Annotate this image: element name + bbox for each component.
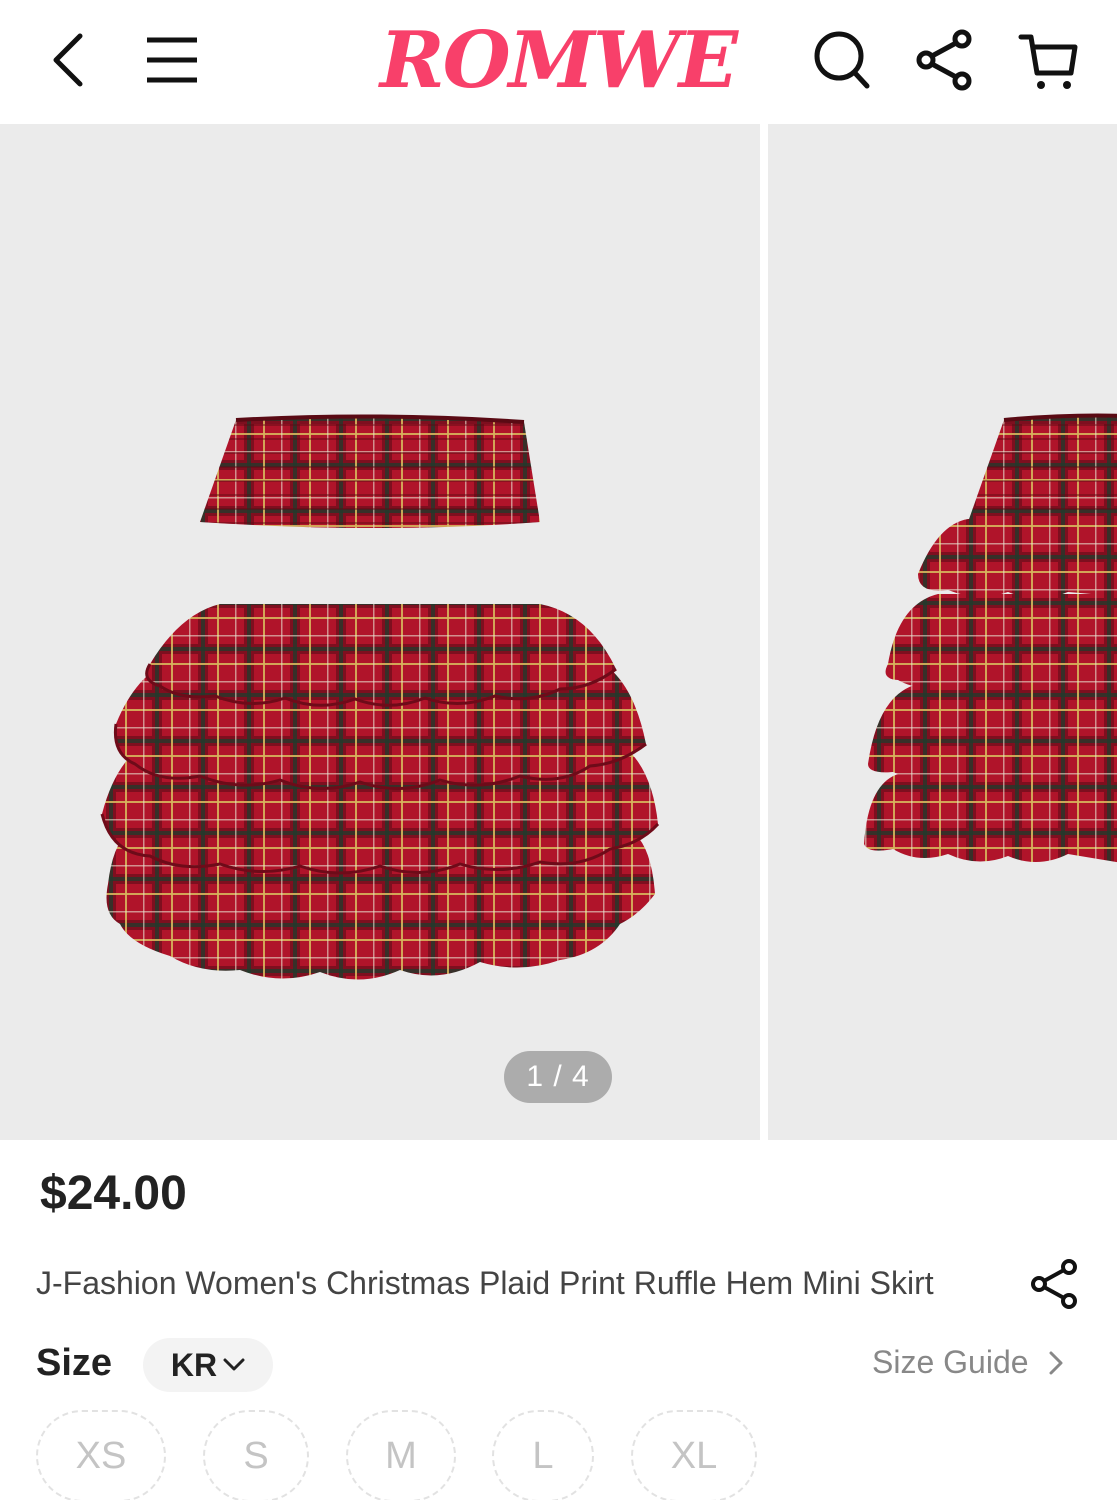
product-page: ROMWE 1 / 4 $24.00 J-Fashion Women's Chr… [0,0,1117,1500]
logo-text: ROMWE [379,14,738,106]
top-nav-bar: ROMWE [0,0,1117,124]
chevron-down-icon [223,1358,245,1371]
size-option-xs[interactable]: XS [36,1410,166,1500]
size-option-s[interactable]: S [203,1410,309,1500]
size-region-label: KR [170,1346,218,1383]
product-price: $24.00 [40,1167,187,1220]
back-icon[interactable] [34,26,102,94]
product-image-1[interactable]: 1 / 4 [0,124,760,1140]
image-counter: 1 / 4 [504,1051,612,1103]
cart-icon[interactable] [1014,26,1082,94]
size-guide-label: Size Guide [872,1344,1029,1380]
size-label: Size [36,1342,113,1384]
product-image-2[interactable] [768,124,1117,1140]
size-options: XS S M L XL [0,1410,1117,1500]
brand-logo[interactable]: ROMWE [378,14,738,106]
chevron-right-icon [1049,1351,1063,1374]
plaid-skirt-image-next [864,413,1117,863]
size-region-selector[interactable]: KR [143,1338,273,1392]
share-icon[interactable] [1024,1254,1084,1314]
product-title: J-Fashion Women's Christmas Plaid Print … [36,1265,934,1301]
size-option-xl[interactable]: XL [631,1410,757,1500]
plaid-skirt-image [100,414,660,980]
product-image-gallery[interactable]: 1 / 4 [0,124,1117,1140]
size-guide-link[interactable]: Size Guide [872,1344,1063,1381]
size-option-l[interactable]: L [492,1410,594,1500]
menu-icon[interactable] [138,26,206,94]
size-option-m[interactable]: M [346,1410,456,1500]
share-icon[interactable] [910,26,978,94]
search-icon[interactable] [808,26,876,94]
